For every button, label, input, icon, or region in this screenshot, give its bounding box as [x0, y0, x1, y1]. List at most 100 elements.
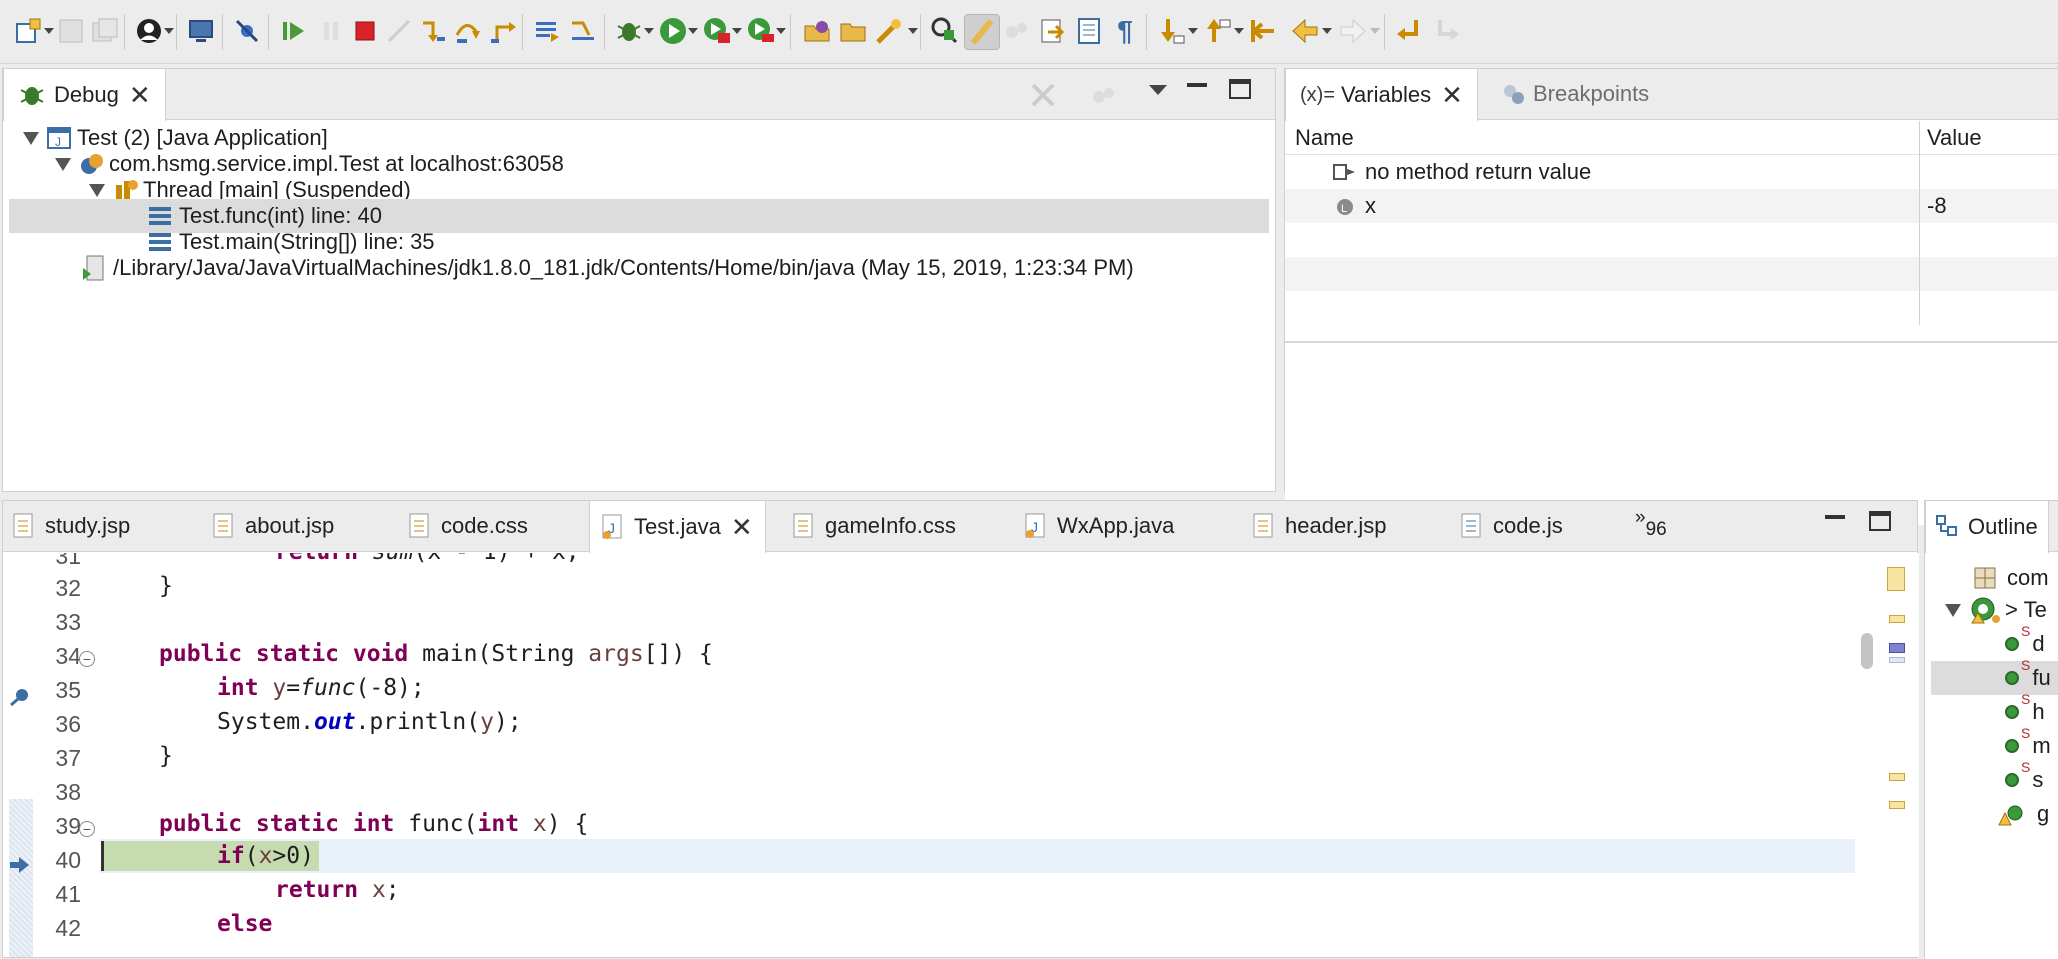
debug-icon[interactable]: [612, 14, 646, 48]
profile-icon[interactable]: [132, 14, 166, 48]
tab-debug[interactable]: Debug ✕: [3, 69, 166, 121]
table-row[interactable]: L x -8: [1285, 189, 2058, 223]
terminal-icon[interactable]: [184, 14, 218, 48]
overview-marker[interactable]: [1889, 773, 1905, 781]
pilcrow-icon[interactable]: ¶: [1108, 14, 1142, 48]
column-header-value[interactable]: Value: [1927, 125, 1982, 151]
chevron-down-icon[interactable]: [89, 183, 105, 197]
code-line-34[interactable]: public static void main(String args[]) {: [159, 637, 713, 671]
skip-breakpoints-icon[interactable]: [230, 14, 264, 48]
step-over-icon[interactable]: [450, 14, 484, 48]
tab-about-jsp[interactable]: about.jsp: [213, 501, 334, 551]
close-icon[interactable]: ✕: [1441, 82, 1463, 108]
vertical-scrollbar-thumb[interactable]: [1861, 633, 1873, 669]
tab-variables[interactable]: (x)= Variables ✕: [1285, 69, 1478, 121]
pin-editor-icon[interactable]: [1392, 14, 1426, 48]
code-line-31[interactable]: return sum(x - 1) + x;: [275, 553, 580, 569]
terminate-icon[interactable]: [348, 14, 382, 48]
new-wizard-icon[interactable]: [12, 14, 46, 48]
disconnect-icon[interactable]: [382, 14, 416, 48]
block-selection-icon[interactable]: [1072, 14, 1106, 48]
code-line-39[interactable]: public static int func(int x) {: [159, 807, 588, 841]
back-icon[interactable]: [1288, 14, 1322, 48]
maximize-icon[interactable]: [1869, 511, 1891, 531]
tab-code-css[interactable]: code.css: [409, 501, 528, 551]
fold-collapse-icon[interactable]: −: [79, 821, 95, 837]
threads-icon[interactable]: [1089, 81, 1119, 111]
code-line-41[interactable]: return x;: [275, 873, 400, 907]
search-icon[interactable]: [872, 14, 906, 48]
table-row[interactable]: no method return value: [1285, 155, 2058, 189]
remove-terminated-icon[interactable]: [1027, 79, 1059, 111]
outline-item-method[interactable]: S s: [2005, 759, 2043, 797]
toggle-block-selection-icon[interactable]: [1000, 14, 1034, 48]
toggle-breadcrumb-icon[interactable]: [928, 14, 962, 48]
previous-annotation-icon[interactable]: [1200, 14, 1234, 48]
tab-wxapp-java[interactable]: J WxApp.java: [1025, 501, 1174, 551]
save-all-icon[interactable]: [88, 14, 122, 48]
code-token: public static int: [159, 811, 409, 837]
overview-marker[interactable]: [1889, 643, 1905, 653]
outline-item-method-warning[interactable]: g: [1997, 797, 2049, 831]
tab-gameinfo-css[interactable]: gameInfo.css: [793, 501, 956, 551]
next-annotation-icon[interactable]: [1154, 14, 1188, 48]
overview-marker[interactable]: [1889, 657, 1905, 663]
overview-marker[interactable]: [1889, 801, 1905, 809]
maximize-icon[interactable]: [1229, 79, 1251, 99]
suspend-icon[interactable]: [314, 14, 348, 48]
outline-item-method[interactable]: S h: [2005, 691, 2045, 729]
open-type-icon[interactable]: [800, 14, 834, 48]
open-task-icon[interactable]: [836, 14, 870, 48]
code-line-35[interactable]: int y = func (-8);: [217, 671, 425, 705]
tree-node-process[interactable]: /Library/Java/JavaVirtualMachines/jdk1.8…: [3, 251, 1275, 285]
show-whitespace-icon[interactable]: [1036, 14, 1070, 48]
chevron-down-icon[interactable]: [1945, 603, 1961, 617]
code-line-40[interactable]: if(x >0): [217, 839, 314, 873]
overview-marker[interactable]: [1889, 615, 1905, 623]
coverage-icon[interactable]: [700, 14, 734, 48]
minimize-icon[interactable]: [1187, 83, 1207, 87]
close-icon[interactable]: ✕: [129, 82, 151, 108]
code-line-37[interactable]: }: [159, 739, 173, 773]
outline-item-method-selected[interactable]: S fu: [1931, 657, 2058, 695]
minimize-icon[interactable]: [1825, 515, 1845, 519]
chevron-down-icon[interactable]: [55, 157, 71, 171]
file-icon: [793, 513, 813, 538]
line-number: 41: [55, 881, 81, 907]
tab-code-js[interactable]: code.js: [1461, 501, 1563, 551]
external-tools-icon[interactable]: [744, 14, 778, 48]
chevron-down-icon[interactable]: [23, 131, 39, 145]
run-icon[interactable]: [656, 14, 690, 48]
outline-item-class[interactable]: > Te: [1945, 593, 2047, 627]
code-line-36[interactable]: System. out .println(y);: [217, 705, 522, 739]
code-line-42[interactable]: else: [217, 907, 272, 941]
outline-item-method[interactable]: S d: [2005, 623, 2045, 661]
save-icon[interactable]: [54, 14, 88, 48]
tab-overflow[interactable]: » 96: [1635, 501, 1667, 551]
step-return-icon[interactable]: [486, 14, 520, 48]
tab-label: about.jsp: [245, 513, 335, 538]
column-header-name[interactable]: Name: [1295, 125, 1354, 151]
tab-breakpoints[interactable]: Breakpoints: [1491, 69, 1659, 119]
use-step-filters-icon[interactable]: [566, 14, 600, 48]
mark-occurrences-icon[interactable]: [964, 14, 1000, 50]
code-editor[interactable]: 31 32 33 34 35 36 37 38 39 40 41 42 − − …: [3, 553, 1919, 957]
outline-item-package[interactable]: com: [1973, 561, 2049, 595]
fold-collapse-icon[interactable]: −: [79, 651, 95, 667]
tab-test-java[interactable]: J Test.java ✕: [589, 501, 766, 553]
drop-to-frame-icon[interactable]: [530, 14, 564, 48]
details-pane[interactable]: [1285, 343, 2058, 525]
tab-study-jsp[interactable]: study.jsp: [13, 501, 130, 551]
tab-header-jsp[interactable]: header.jsp: [1253, 501, 1387, 551]
resume-icon[interactable]: [276, 14, 310, 48]
last-edit-icon[interactable]: [1246, 14, 1280, 48]
variables-view: (x)= Variables ✕ Breakpoints Name Value …: [1284, 68, 2058, 525]
view-menu-icon[interactable]: [1149, 85, 1167, 95]
step-into-icon[interactable]: [416, 14, 450, 48]
outline-item-method[interactable]: S m: [2005, 725, 2051, 763]
overview-marker[interactable]: [1887, 567, 1905, 591]
close-icon[interactable]: ✕: [731, 514, 753, 540]
static-marker: S: [2021, 657, 2031, 673]
tab-outline[interactable]: Outline: [1925, 501, 2049, 553]
code-line-32[interactable]: }: [159, 569, 173, 603]
